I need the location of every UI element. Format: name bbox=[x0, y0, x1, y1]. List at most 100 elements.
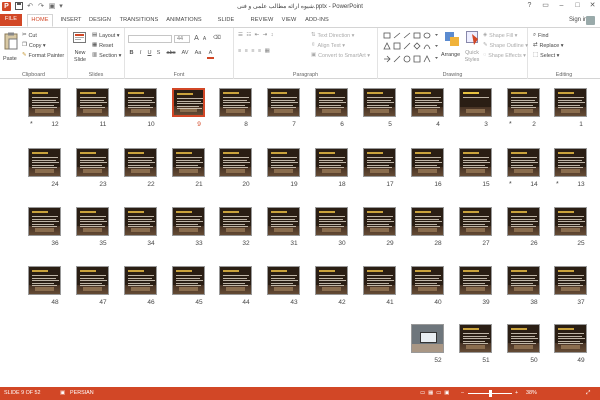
shape-outline-button[interactable]: ✎ Shape Outline ▾ bbox=[483, 42, 528, 50]
slide-thumbnail[interactable] bbox=[219, 207, 252, 236]
layout-button[interactable]: ▤ Layout ▾ bbox=[92, 32, 120, 40]
tab-view[interactable]: VIEW bbox=[279, 15, 299, 26]
slide-thumbnail[interactable] bbox=[124, 266, 157, 295]
slide-thumbnail[interactable] bbox=[267, 207, 300, 236]
slide-thumbnail[interactable] bbox=[507, 266, 540, 295]
tab-transitions[interactable]: TRANSITIONS bbox=[117, 15, 161, 26]
slide-thumbnail[interactable] bbox=[411, 148, 444, 177]
save-icon[interactable] bbox=[15, 2, 23, 11]
slide-thumbnail[interactable] bbox=[315, 88, 348, 117]
slide-thumbnail[interactable] bbox=[411, 88, 444, 117]
slide-thumbnail[interactable] bbox=[554, 207, 587, 236]
text-shadow-button[interactable]: S bbox=[155, 50, 162, 57]
slide-thumbnail[interactable] bbox=[411, 207, 444, 236]
slide-thumbnail[interactable] bbox=[507, 148, 540, 177]
transition-star-icon[interactable]: * bbox=[556, 181, 559, 188]
slide-thumbnail[interactable] bbox=[267, 148, 300, 177]
undo-icon[interactable]: ↶ bbox=[26, 2, 34, 11]
slide-thumbnail[interactable] bbox=[76, 207, 109, 236]
slide-thumbnail[interactable] bbox=[219, 88, 252, 117]
arrange-icon[interactable] bbox=[444, 31, 462, 51]
slide-thumbnail[interactable] bbox=[459, 207, 492, 236]
help-icon[interactable]: ? bbox=[523, 1, 536, 11]
text-direction-button[interactable]: ⇅ Text Direction ▾ bbox=[311, 32, 354, 40]
tab-animations[interactable]: ANIMATIONS bbox=[163, 15, 205, 26]
slide-thumbnail[interactable] bbox=[459, 324, 492, 353]
align-buttons[interactable]: ≡ ≡ ≡ ≡ ▦ bbox=[238, 48, 271, 55]
slide-thumbnail[interactable] bbox=[411, 266, 444, 295]
shapes-gallery[interactable] bbox=[382, 31, 440, 65]
convert-smartart-button[interactable]: ▣ Convert to SmartArt ▾ bbox=[311, 52, 370, 60]
slide-thumbnail[interactable] bbox=[554, 148, 587, 177]
zoom-slider-thumb[interactable] bbox=[489, 390, 493, 397]
transition-star-icon[interactable]: * bbox=[509, 181, 512, 188]
slide-thumbnail[interactable] bbox=[459, 148, 492, 177]
slide-thumbnail[interactable] bbox=[28, 88, 61, 117]
slide-thumbnail[interactable] bbox=[124, 148, 157, 177]
slide-thumbnail[interactable] bbox=[554, 266, 587, 295]
view-buttons[interactable]: ▭▦▭▣ bbox=[420, 387, 452, 400]
slide-thumbnail[interactable] bbox=[172, 88, 205, 117]
quick-styles-icon[interactable] bbox=[466, 31, 480, 49]
zoom-level[interactable]: 38% bbox=[526, 387, 537, 400]
italic-button[interactable]: I bbox=[137, 50, 144, 57]
clear-formatting-button[interactable]: ⌫ bbox=[213, 35, 221, 42]
tab-file[interactable]: FILE bbox=[0, 14, 22, 26]
slide-thumbnail[interactable] bbox=[28, 207, 61, 236]
slide-thumbnail[interactable] bbox=[459, 266, 492, 295]
new-slide-icon[interactable] bbox=[73, 32, 86, 49]
start-slideshow-icon[interactable]: ▣ bbox=[48, 2, 56, 11]
shape-fill-button[interactable]: ◈ Shape Fill ▾ bbox=[483, 32, 517, 40]
bold-button[interactable]: B bbox=[128, 50, 135, 57]
paste-button[interactable]: Paste bbox=[3, 56, 17, 63]
slide-thumbnail[interactable] bbox=[459, 88, 492, 117]
tab-add-ins[interactable]: ADD-INS bbox=[303, 15, 331, 26]
slide-thumbnail[interactable] bbox=[315, 148, 348, 177]
paste-icon[interactable] bbox=[4, 32, 20, 54]
slide-thumbnail[interactable] bbox=[76, 88, 109, 117]
format-painter-button[interactable]: ✎ Format Painter bbox=[22, 52, 64, 60]
shrink-font-button[interactable]: A bbox=[201, 36, 208, 43]
slide-thumbnail[interactable] bbox=[76, 266, 109, 295]
slide-thumbnail[interactable] bbox=[411, 324, 444, 353]
find-button[interactable]: ⌕ Find bbox=[533, 32, 549, 40]
slide-thumbnail[interactable] bbox=[172, 148, 205, 177]
close-icon[interactable]: ✕ bbox=[586, 1, 599, 11]
powerpoint-logo-icon[interactable]: P bbox=[2, 2, 11, 11]
slide-thumbnail[interactable] bbox=[315, 266, 348, 295]
slide-thumbnail[interactable] bbox=[124, 207, 157, 236]
tab-slide-show[interactable]: SLIDE SHOW bbox=[208, 15, 244, 34]
slide-thumbnail[interactable] bbox=[267, 266, 300, 295]
replace-button[interactable]: ⇄ Replace ▾ bbox=[533, 42, 564, 50]
slide-thumbnail[interactable] bbox=[28, 266, 61, 295]
slide-thumbnail[interactable] bbox=[219, 148, 252, 177]
font-name-field[interactable] bbox=[128, 35, 172, 43]
maximize-icon[interactable]: □ bbox=[571, 1, 584, 11]
change-case-button[interactable]: Aa bbox=[193, 50, 203, 57]
grow-font-button[interactable]: A bbox=[193, 35, 200, 42]
transition-star-icon[interactable]: * bbox=[30, 121, 33, 128]
underline-button[interactable]: U bbox=[146, 50, 153, 57]
slide-thumbnail[interactable] bbox=[172, 207, 205, 236]
shape-effects-button[interactable]: ◌ Shape Effects ▾ bbox=[483, 52, 526, 60]
new-slide-button[interactable]: New Slide bbox=[71, 50, 89, 64]
slide-thumbnail[interactable] bbox=[363, 148, 396, 177]
tab-insert[interactable]: INSERT bbox=[58, 15, 84, 26]
tab-review[interactable]: REVIEW bbox=[249, 15, 275, 26]
font-size-field[interactable]: 44 bbox=[174, 35, 190, 43]
tab-home[interactable]: HOME bbox=[27, 14, 53, 27]
fit-slide-icon[interactable]: ⤢ bbox=[586, 387, 590, 400]
slide-thumbnail[interactable] bbox=[76, 148, 109, 177]
slide-thumbnail[interactable] bbox=[267, 88, 300, 117]
slide-thumbnail[interactable] bbox=[28, 148, 61, 177]
sign-in-link[interactable]: Sign in bbox=[569, 17, 587, 23]
section-button[interactable]: ▥ Section ▾ bbox=[92, 52, 121, 60]
slide-thumbnail[interactable] bbox=[124, 88, 157, 117]
minimize-icon[interactable]: – bbox=[555, 1, 568, 11]
zoom-out-button[interactable]: – bbox=[461, 387, 464, 400]
font-color-button[interactable]: A bbox=[207, 50, 214, 59]
ribbon-display-options-icon[interactable]: ▭ bbox=[539, 1, 552, 11]
slide-thumbnail[interactable] bbox=[363, 207, 396, 236]
slide-thumbnail[interactable] bbox=[363, 88, 396, 117]
customize-quick-access-icon[interactable]: ▾ bbox=[58, 2, 64, 11]
